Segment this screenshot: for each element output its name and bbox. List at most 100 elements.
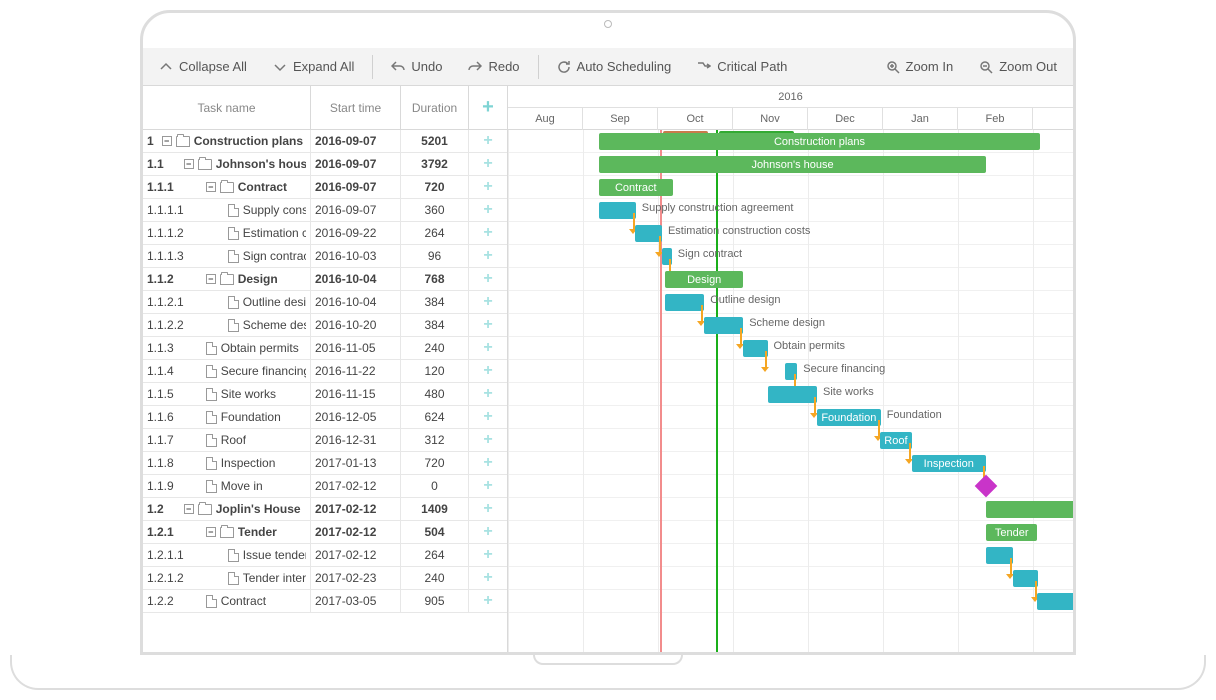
collapse-toggle[interactable]: −: [162, 136, 172, 146]
bar-label: Sign contract: [678, 248, 742, 260]
task-bar[interactable]: Foundation: [817, 409, 881, 426]
collapse-toggle[interactable]: −: [206, 527, 216, 537]
task-bar[interactable]: Design: [665, 271, 743, 288]
add-task-button[interactable]: +: [469, 406, 507, 428]
add-task-button[interactable]: +: [469, 429, 507, 451]
add-task-button[interactable]: +: [469, 153, 507, 175]
task-duration: 240: [401, 567, 469, 589]
task-row[interactable]: 1.1.5Site works2016-11-15480+: [143, 383, 507, 406]
redo-icon: [468, 60, 482, 74]
add-task-button[interactable]: +: [469, 475, 507, 497]
add-task-button[interactable]: +: [469, 337, 507, 359]
collapse-toggle[interactable]: −: [206, 182, 216, 192]
task-row[interactable]: 1.1.6Foundation2016-12-05624+: [143, 406, 507, 429]
add-task-button[interactable]: +: [469, 383, 507, 405]
bar-row: Scheme design: [508, 314, 1073, 337]
add-task-button[interactable]: +: [469, 291, 507, 313]
task-row[interactable]: 1.1−Johnson's house2016-09-073792+: [143, 153, 507, 176]
gantt-chart[interactable]: 2016 AugSepOctNovDecJanFeb Today Start p…: [508, 86, 1073, 652]
task-start: 2017-02-23: [311, 567, 401, 589]
add-task-button[interactable]: +: [469, 176, 507, 198]
task-start: 2017-02-12: [311, 475, 401, 497]
task-bar[interactable]: [635, 225, 662, 242]
task-bar[interactable]: [704, 317, 743, 334]
task-row[interactable]: 1.1.8Inspection2017-01-13720+: [143, 452, 507, 475]
task-row[interactable]: 1.2.1.2Tender interview2017-02-23240+: [143, 567, 507, 590]
collapse-all-button[interactable]: Collapse All: [147, 48, 259, 85]
undo-button[interactable]: Undo: [379, 48, 454, 85]
col-duration[interactable]: Duration: [401, 86, 469, 129]
task-start: 2016-10-04: [311, 268, 401, 290]
task-bar[interactable]: Construction plans: [599, 133, 1040, 150]
add-task-button[interactable]: +: [469, 314, 507, 336]
zoom-in-button[interactable]: Zoom In: [874, 48, 966, 85]
laptop-frame: Collapse All Expand All Undo Redo Auto S…: [140, 10, 1076, 655]
add-task-button[interactable]: +: [469, 452, 507, 474]
task-bar[interactable]: Tender: [986, 524, 1037, 541]
zoom-out-button[interactable]: Zoom Out: [967, 48, 1069, 85]
task-start: 2016-10-04: [311, 291, 401, 313]
task-bar[interactable]: [1037, 593, 1073, 610]
task-row[interactable]: 1.1.1.3Sign contract2016-10-0396+: [143, 245, 507, 268]
task-bar[interactable]: [1013, 570, 1038, 587]
task-row[interactable]: 1.2.2Contract2017-03-05905+: [143, 590, 507, 613]
task-bar[interactable]: Johnson's house: [599, 156, 986, 173]
task-row[interactable]: 1.1.1.2Estimation construction costs2016…: [143, 222, 507, 245]
task-bar[interactable]: Inspection: [912, 455, 986, 472]
task-bar[interactable]: [599, 202, 636, 219]
add-column-button[interactable]: +: [469, 86, 507, 129]
folder-icon: [220, 274, 234, 285]
task-bar[interactable]: [986, 501, 1073, 518]
task-duration: 3792: [401, 153, 469, 175]
add-task-button[interactable]: +: [469, 544, 507, 566]
task-bar[interactable]: Roof: [880, 432, 912, 449]
task-row[interactable]: 1.1.2−Design2016-10-04768+: [143, 268, 507, 291]
task-row[interactable]: 1.1.7Roof2016-12-31312+: [143, 429, 507, 452]
task-start: 2016-09-07: [311, 176, 401, 198]
col-starttime[interactable]: Start time: [311, 86, 401, 129]
bar-label: Secure financing: [803, 363, 885, 375]
collapse-toggle[interactable]: −: [184, 159, 194, 169]
add-task-button[interactable]: +: [469, 360, 507, 382]
task-row[interactable]: 1.1.4Secure financing2016-11-22120+: [143, 360, 507, 383]
add-task-button[interactable]: +: [469, 222, 507, 244]
collapse-toggle[interactable]: −: [184, 504, 194, 514]
task-bar[interactable]: [785, 363, 797, 380]
task-bar[interactable]: [665, 294, 704, 311]
task-bar[interactable]: [743, 340, 768, 357]
critical-path-button[interactable]: Critical Path: [685, 48, 799, 85]
col-taskname[interactable]: Task name: [143, 86, 311, 129]
task-row[interactable]: 1.1.1−Contract2016-09-07720+: [143, 176, 507, 199]
task-row[interactable]: 1.2−Joplin's House2017-02-121409+: [143, 498, 507, 521]
add-task-button[interactable]: +: [469, 498, 507, 520]
toolbar: Collapse All Expand All Undo Redo Auto S…: [143, 48, 1073, 86]
add-task-button[interactable]: +: [469, 521, 507, 543]
task-row[interactable]: 1.1.1.1Supply construction agreement2016…: [143, 199, 507, 222]
bar-row: FoundationFoundation: [508, 406, 1073, 429]
add-task-button[interactable]: +: [469, 567, 507, 589]
task-bar[interactable]: [986, 547, 1013, 564]
auto-scheduling-button[interactable]: Auto Scheduling: [545, 48, 684, 85]
expand-all-button[interactable]: Expand All: [261, 48, 366, 85]
chevron-up-icon: [159, 60, 173, 74]
file-icon: [206, 365, 217, 378]
add-task-button[interactable]: +: [469, 245, 507, 267]
task-row[interactable]: 1.1.2.1Outline design2016-10-04384+: [143, 291, 507, 314]
add-task-button[interactable]: +: [469, 130, 507, 152]
task-row[interactable]: 1.1.2.2Scheme design2016-10-20384+: [143, 314, 507, 337]
task-row[interactable]: 1.1.3Obtain permits2016-11-05240+: [143, 337, 507, 360]
task-row[interactable]: 1.2.1.1Issue tender2017-02-12264+: [143, 544, 507, 567]
task-row[interactable]: 1.2.1−Tender2017-02-12504+: [143, 521, 507, 544]
task-row[interactable]: 1−Construction plans2016-09-075201+: [143, 130, 507, 153]
collapse-toggle[interactable]: −: [206, 274, 216, 284]
redo-button[interactable]: Redo: [456, 48, 531, 85]
task-bar[interactable]: Contract: [599, 179, 673, 196]
task-bar[interactable]: [662, 248, 672, 265]
add-task-button[interactable]: +: [469, 590, 507, 612]
add-task-button[interactable]: +: [469, 199, 507, 221]
bar-row: Sign contract: [508, 245, 1073, 268]
add-task-button[interactable]: +: [469, 268, 507, 290]
milestone[interactable]: [975, 475, 998, 498]
task-bar[interactable]: [768, 386, 817, 403]
task-row[interactable]: 1.1.9Move in2017-02-120+: [143, 475, 507, 498]
